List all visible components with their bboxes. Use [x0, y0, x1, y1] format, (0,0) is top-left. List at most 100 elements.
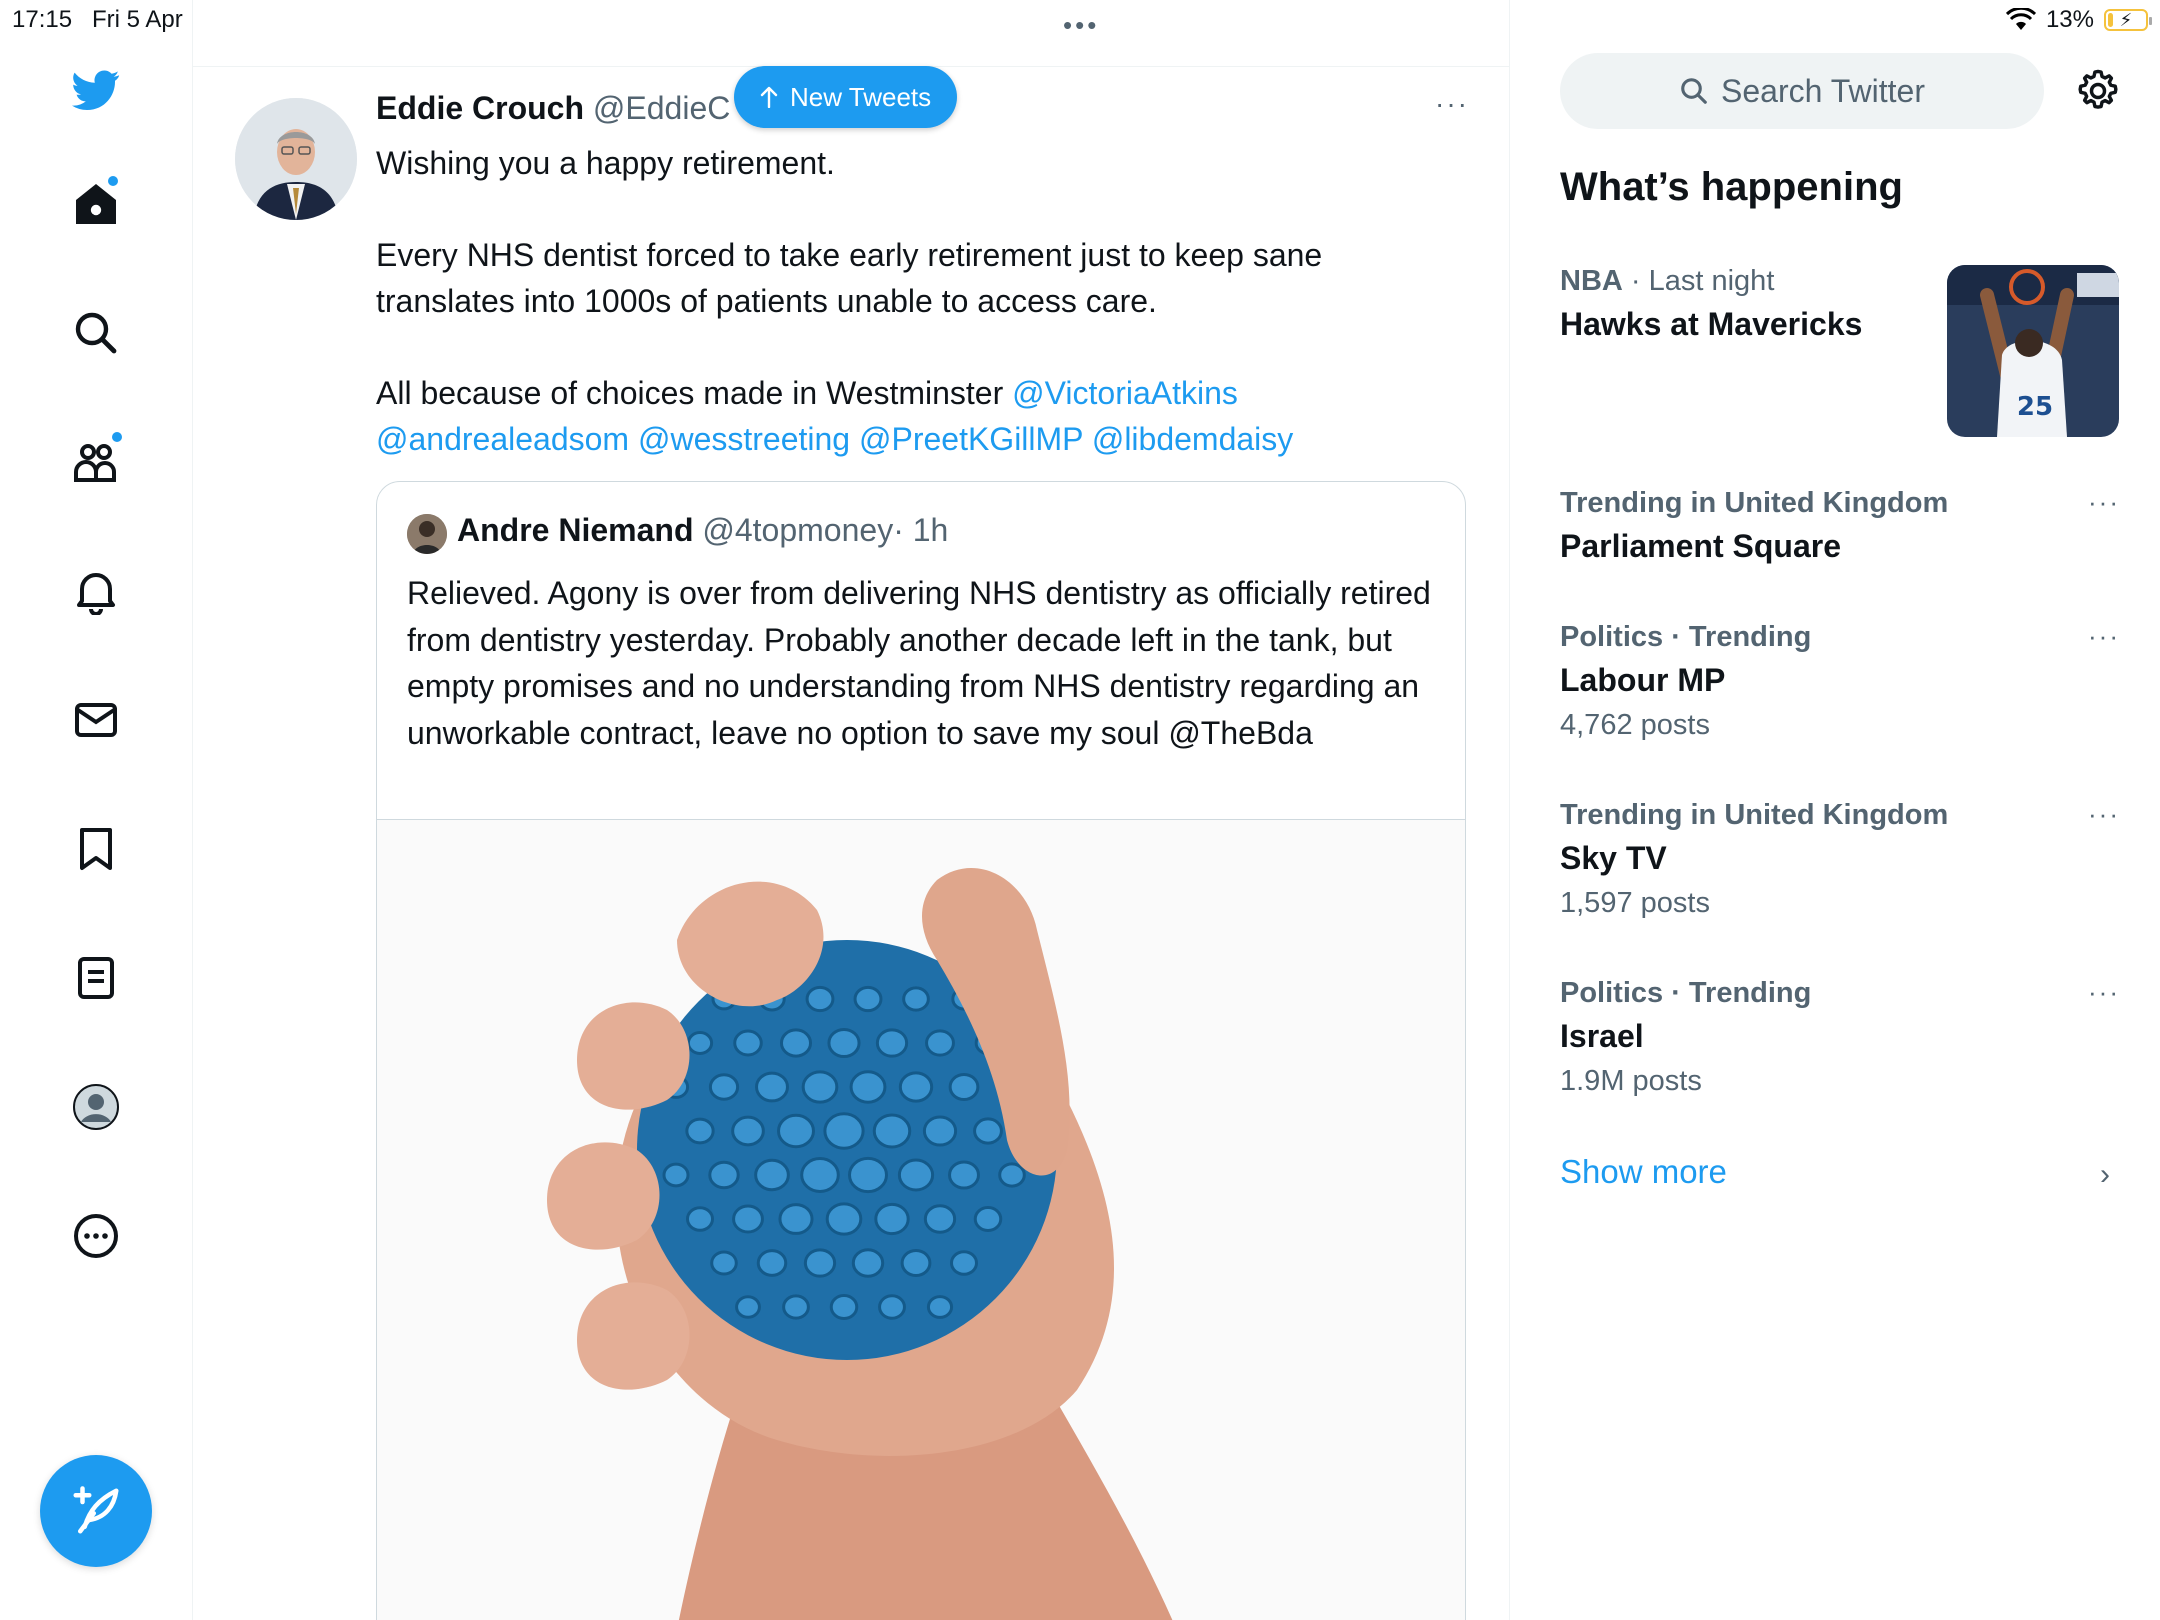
- left-sidebar: [0, 0, 193, 1620]
- trend-thumbnail[interactable]: 25: [1947, 265, 2119, 437]
- new-tweets-button[interactable]: New Tweets: [734, 66, 958, 128]
- ball-cell: [735, 1295, 761, 1319]
- compose-feather-icon: [73, 1486, 119, 1534]
- quote-author-name[interactable]: Andre Niemand: [457, 512, 693, 548]
- ball-cell: [778, 1203, 814, 1235]
- quote-author-avatar[interactable]: [407, 514, 447, 554]
- trend-category: NBA: [1560, 265, 1623, 297]
- trend-category: Trending in United Kingdom: [1560, 487, 1949, 519]
- communities-icon[interactable]: [70, 432, 122, 488]
- trend-more-button[interactable]: ···: [2088, 799, 2120, 830]
- ball-cell: [926, 1295, 954, 1319]
- ball-cell: [733, 1029, 763, 1057]
- ball-cell: [853, 985, 883, 1013]
- trend-more-button[interactable]: ···: [2088, 621, 2120, 652]
- profile-icon[interactable]: [70, 1081, 122, 1133]
- mention-link[interactable]: @andrealeadsom: [376, 421, 629, 457]
- chevron-right-icon: ›: [2100, 1158, 2110, 1191]
- whats-happening-title: What’s happening: [1560, 165, 1903, 209]
- ball-cell: [708, 1160, 740, 1190]
- twitter-logo-icon[interactable]: [70, 64, 122, 116]
- new-tweets-label: New Tweets: [790, 81, 932, 112]
- trend-item[interactable]: Politics · Trending Labour MP 4,762 post…: [1560, 621, 2120, 742]
- mention-link[interactable]: @libdemdaisy: [1092, 421, 1293, 457]
- quoted-tweet[interactable]: Andre Niemand @4topmoney· 1h Relieved. A…: [376, 481, 1466, 1620]
- author-name[interactable]: Eddie Crouch: [376, 90, 584, 126]
- quote-text: Relieved. Agony is over from delivering …: [407, 575, 1431, 751]
- ball-cell: [755, 1071, 789, 1103]
- quote-header: Andre Niemand @4topmoney· 1h: [457, 512, 948, 549]
- trend-item[interactable]: Politics · Trending Israel 1.9M posts ··…: [1560, 977, 2120, 1098]
- ball-cell: [801, 1070, 839, 1104]
- tweet-more-button[interactable]: ···: [1435, 88, 1469, 120]
- arrow-up-icon: [760, 86, 778, 108]
- ball-cell: [950, 1250, 978, 1276]
- trend-item[interactable]: Trending in United Kingdom Sky TV 1,597 …: [1560, 799, 2120, 920]
- quote-author-handle[interactable]: @4topmoney: [702, 512, 893, 548]
- ball-cell: [731, 1115, 765, 1147]
- mention-link[interactable]: @VictoriaAtkins: [1012, 375, 1238, 411]
- ball-cell: [878, 1294, 906, 1320]
- trend-title: Labour MP: [1560, 662, 1726, 698]
- ball-cell: [848, 1156, 888, 1194]
- bookmark-icon[interactable]: [70, 823, 122, 875]
- ball-cell: [779, 1028, 813, 1058]
- ball-cell: [685, 1117, 715, 1145]
- ball-cell: [973, 1117, 1003, 1145]
- mail-icon[interactable]: [70, 694, 122, 746]
- trend-title: Parliament Square: [1560, 528, 1841, 564]
- show-more-link[interactable]: Show more: [1560, 1153, 1727, 1191]
- compose-tweet-button[interactable]: [40, 1455, 152, 1567]
- home-icon[interactable]: [70, 176, 122, 230]
- ball-cell: [708, 1073, 740, 1101]
- trend-more-button[interactable]: ···: [2088, 487, 2120, 518]
- ball-cell: [902, 986, 930, 1012]
- trend-item[interactable]: Trending in United Kingdom Parliament Sq…: [1560, 487, 2120, 565]
- trend-post-count: 4,762 posts: [1560, 709, 1710, 741]
- author-handle[interactable]: @EddieC: [593, 90, 730, 126]
- trend-context: · Last night: [1622, 265, 1775, 297]
- ball-cell: [829, 1294, 859, 1320]
- trend-category: Politics · Trending: [1560, 977, 1812, 1009]
- quote-media-image[interactable]: [377, 819, 1465, 1620]
- tweet-paragraph-1: Wishing you a happy retirement.: [376, 145, 835, 181]
- ball-cell: [948, 1073, 980, 1101]
- ball-cell: [823, 1112, 865, 1150]
- ball-cell: [851, 1248, 885, 1278]
- ball-cell: [923, 1204, 957, 1234]
- ball-cell: [922, 1115, 958, 1147]
- ball-cell: [827, 1027, 861, 1059]
- ball-cell: [849, 1070, 887, 1104]
- tweet-author[interactable]: Eddie Crouch @EddieC: [376, 90, 730, 127]
- ball-cell: [872, 1113, 912, 1149]
- communities-notification-dot: [112, 432, 122, 442]
- ball-cell: [777, 1113, 815, 1149]
- quote-timestamp: · 1h: [893, 512, 949, 548]
- mention-link[interactable]: @wesstreeting: [638, 421, 850, 457]
- ball-cell: [925, 1029, 955, 1057]
- mention-link[interactable]: @PreetKGillMP: [859, 421, 1083, 457]
- trend-more-button[interactable]: ···: [2088, 977, 2120, 1008]
- stress-ball-hand-image: [377, 820, 1465, 1620]
- ball-cell: [998, 1162, 1026, 1188]
- ball-cell: [782, 1294, 810, 1320]
- ball-cell: [825, 1202, 863, 1236]
- ball-cell: [756, 1249, 788, 1277]
- bell-icon[interactable]: [70, 565, 122, 617]
- search-icon[interactable]: [70, 307, 122, 359]
- lists-icon[interactable]: [70, 952, 122, 1004]
- search-twitter-field[interactable]: Search Twitter: [1560, 53, 2044, 129]
- home-notification-dot: [108, 176, 118, 186]
- tweet-paragraph-2: Every NHS dentist forced to take early r…: [376, 237, 1323, 319]
- drag-handle-dots[interactable]: •••: [1063, 10, 1099, 41]
- ball-cell: [973, 1206, 1003, 1232]
- ball-cell: [897, 1158, 935, 1192]
- ball-cell: [805, 985, 835, 1013]
- right-sidebar: Search Twitter What’s happening NBA · La…: [1510, 0, 2160, 1620]
- more-circle-icon[interactable]: [70, 1210, 122, 1262]
- settings-gear-icon[interactable]: [2075, 68, 2121, 114]
- tweet-paragraph-3: All because of choices made in Westminst…: [376, 370, 1466, 462]
- trend-title: Israel: [1560, 1018, 1644, 1054]
- ball-cell: [803, 1248, 837, 1278]
- author-avatar[interactable]: [235, 98, 357, 220]
